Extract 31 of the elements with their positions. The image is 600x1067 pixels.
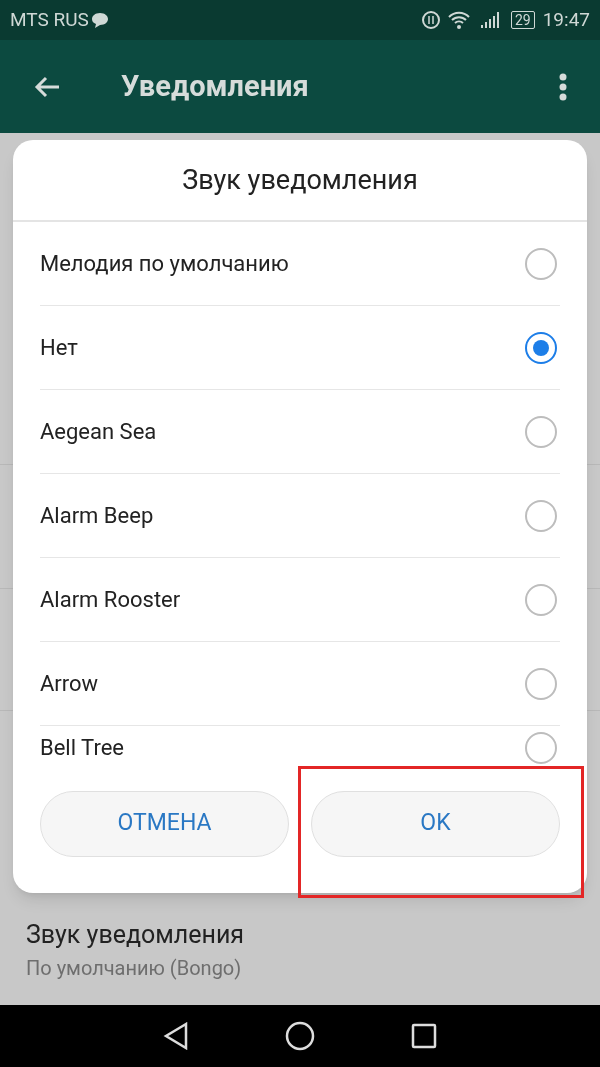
clock-time: 19:47 (542, 6, 590, 33)
back-nav-icon[interactable] (163, 1022, 189, 1050)
radio-button[interactable] (525, 499, 557, 532)
carrier-name: MTS RUS (10, 6, 89, 33)
recents-nav-icon[interactable] (411, 1023, 437, 1049)
ringtone-option[interactable]: Alarm Beep (40, 474, 560, 558)
dialog-button[interactable]: ОТМЕНА (40, 790, 289, 857)
ringtone-option[interactable]: Bell Tree (40, 726, 560, 764)
ringtone-option[interactable]: Aegean Sea (40, 390, 560, 474)
wifi-icon (446, 10, 471, 30)
dialog-title: Звук уведомления (182, 162, 418, 198)
home-nav-icon[interactable] (285, 1021, 315, 1051)
signal-icon (478, 10, 501, 30)
message-icon (89, 11, 110, 29)
radio-button[interactable] (525, 247, 557, 280)
radio-button[interactable] (525, 732, 557, 764)
ringtone-option[interactable]: Alarm Rooster (40, 558, 560, 642)
back-arrow-icon (33, 74, 61, 99)
battery-indicator: 29 (510, 11, 535, 29)
radio-button[interactable] (525, 667, 557, 700)
ringtone-option[interactable]: Мелодия по умолчанию (40, 222, 560, 306)
more-options-icon (559, 72, 567, 101)
setting-title: Звук уведомления (26, 918, 246, 951)
setting-value: По умолчанию (Bongo) (26, 955, 243, 982)
radio-button[interactable] (525, 583, 557, 616)
radio-button[interactable] (525, 415, 557, 448)
dialog-button[interactable]: OK (311, 790, 560, 857)
radio-button[interactable] (525, 331, 557, 364)
screen-title: Уведомления (121, 67, 309, 105)
ringtone-option[interactable]: Arrow (40, 642, 560, 726)
ringtone-option[interactable]: Нет (40, 306, 560, 390)
